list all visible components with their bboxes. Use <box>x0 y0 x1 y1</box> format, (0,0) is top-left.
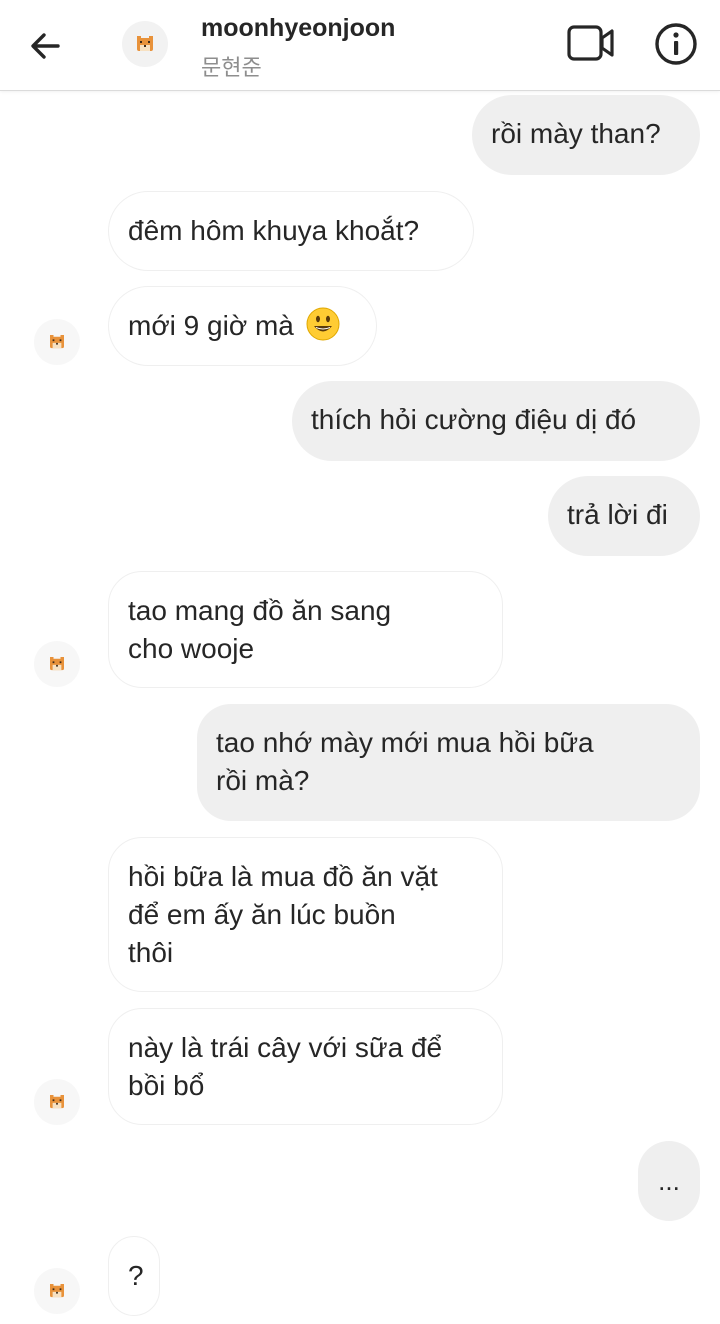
video-camera-icon <box>567 25 614 61</box>
profile-avatar[interactable] <box>122 21 168 67</box>
message-line: tao nhớ mày mới mua hồi bữa <box>216 727 594 758</box>
message-text: mới 9 giờ mà <box>128 310 294 341</box>
message-text: rồi mày than? <box>491 118 661 149</box>
tiger-avatar-icon <box>50 1284 64 1298</box>
grinning-face-icon <box>306 307 340 341</box>
message-bubble-sent[interactable]: thích hỏi cường điệu dị đó <box>292 381 700 461</box>
video-call-button[interactable] <box>566 22 616 64</box>
message-line: để em ấy ăn lúc buồn <box>128 899 396 930</box>
tiger-avatar-icon <box>50 335 64 349</box>
username[interactable]: moonhyeonjoon <box>201 14 395 43</box>
sender-avatar[interactable] <box>34 641 80 687</box>
message-text: thích hỏi cường điệu dị đó <box>311 404 637 435</box>
info-button[interactable] <box>652 20 700 68</box>
sender-avatar[interactable] <box>34 1268 80 1314</box>
message-line: này là trái cây với sữa để <box>128 1032 443 1063</box>
message-text: ... <box>658 1166 680 1196</box>
message-bubble-sent[interactable]: trả lời đi <box>548 476 700 556</box>
message-line: thôi <box>128 937 174 968</box>
message-text: đêm hôm khuya khoắt? <box>128 215 420 246</box>
message-bubble-sent[interactable]: rồi mày than? <box>472 95 700 175</box>
message-bubble-sent[interactable]: ... <box>638 1141 700 1221</box>
message-bubble-received[interactable]: ? <box>108 1236 160 1316</box>
sender-avatar[interactable] <box>34 1079 80 1125</box>
message-line: rồi mà? <box>216 765 310 796</box>
tiger-avatar-icon <box>137 36 153 51</box>
tiger-avatar-icon <box>50 657 64 671</box>
arrow-left-icon <box>31 33 60 59</box>
message-text: trả lời đi <box>567 499 668 530</box>
message-bubble-received[interactable]: tao mang đồ ăn sang cho wooje <box>108 571 503 688</box>
back-button[interactable] <box>24 24 68 68</box>
message-text: ? <box>128 1260 144 1291</box>
message-line: hồi bữa là mua đồ ăn vặt <box>128 861 438 892</box>
message-bubble-sent[interactable]: tao nhớ mày mới mua hồi bữa rồi mà? <box>197 704 700 821</box>
message-bubble-received[interactable]: đêm hôm khuya khoắt? <box>108 191 474 271</box>
chat-header: moonhyeonjoon 문현준 <box>0 0 720 91</box>
message-bubble-received[interactable]: mới 9 giờ mà <box>108 286 377 366</box>
display-name: 문현준 <box>201 55 262 80</box>
tiger-avatar-icon <box>50 1095 64 1109</box>
message-bubble-received[interactable]: hồi bữa là mua đồ ăn vặt để em ấy ăn lúc… <box>108 837 503 992</box>
message-bubble-received[interactable]: này là trái cây với sữa để bồi bổ <box>108 1008 503 1125</box>
message-line: tao mang đồ ăn sang <box>128 595 392 626</box>
message-line: bồi bổ <box>128 1070 205 1101</box>
message-line: cho wooje <box>128 633 255 664</box>
info-icon <box>655 23 697 65</box>
sender-avatar[interactable] <box>34 319 80 365</box>
